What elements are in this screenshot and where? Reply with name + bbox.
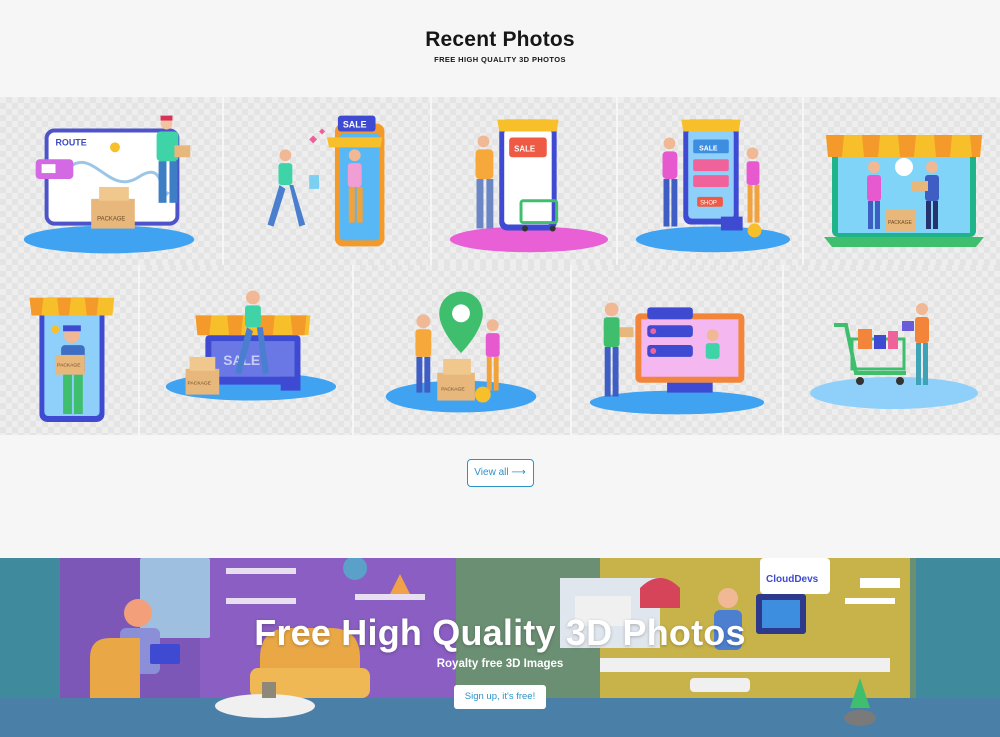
svg-text:CloudDevs: CloudDevs [766, 574, 819, 585]
view-all-button[interactable]: View all ⟶ [466, 459, 534, 487]
mobile-shop-illustration-icon: SALE SHOP [635, 119, 791, 253]
photo-tile-storefront-sale[interactable]: SALE PACKAGE [140, 265, 354, 435]
svg-text:PACKAGE: PACKAGE [188, 381, 212, 387]
view-all-wrapper: View all ⟶ [0, 459, 1000, 487]
section-header: Recent Photos FREE HIGH QUALITY 3D PHOTO… [0, 28, 1000, 64]
photo-tile-online-store[interactable]: SALE [432, 97, 618, 267]
photo-tile-laptop-store[interactable]: PACKAGE [804, 97, 1000, 267]
laptop-store-delivery-illustration-icon: PACKAGE [824, 135, 984, 247]
storefront-sale-illustration-icon: SALE PACKAGE [165, 290, 337, 401]
gallery-row-1: ROUTE PACKAGE SALE SALE SALE SHOP PACKAG… [0, 97, 1000, 267]
svg-text:ROUTE: ROUTE [56, 137, 87, 147]
svg-text:SALE: SALE [514, 144, 535, 153]
svg-text:PACKAGE: PACKAGE [97, 217, 125, 223]
shopping-cart-gift-illustration-icon [810, 303, 978, 409]
delivery-route-illustration-icon: ROUTE PACKAGE [23, 115, 195, 254]
banner-subtitle: Royalty free 3D Images [436, 658, 564, 670]
phone-sale-shopping-illustration-icon: SALE [267, 115, 385, 247]
photo-tile-phone-sale[interactable]: SALE [224, 97, 432, 267]
signup-wrapper: Sign up, it's free! [0, 685, 1000, 709]
online-store-cart-illustration-icon: SALE [449, 119, 609, 253]
svg-text:SHOP: SHOP [700, 201, 717, 207]
gallery-row-2: PACKAGE SALE PACKAGE [0, 265, 1000, 435]
banner-title: Free High Quality 3D Photos [254, 612, 746, 653]
photo-tile-monitor-order[interactable] [572, 265, 784, 435]
svg-text:SALE: SALE [699, 145, 718, 152]
svg-text:PACKAGE: PACKAGE [441, 387, 465, 393]
photo-tile-location-pin[interactable]: PACKAGE [354, 265, 572, 435]
page-subtitle: FREE HIGH QUALITY 3D PHOTOS [434, 55, 566, 64]
hero-banner: CloudDevs Free High Quality 3D Photos Ro… [0, 558, 1000, 737]
photo-tile-phone-courier[interactable]: PACKAGE [0, 265, 140, 435]
svg-text:SALE: SALE [343, 120, 367, 130]
svg-text:PACKAGE: PACKAGE [57, 363, 81, 369]
page-title: Recent Photos [425, 28, 575, 51]
photo-tile-mobile-shop[interactable]: SALE SHOP [618, 97, 804, 267]
signup-button[interactable]: Sign up, it's free! [454, 685, 546, 709]
location-pin-delivery-illustration-icon: PACKAGE [385, 291, 537, 413]
photo-tile-delivery-route[interactable]: ROUTE PACKAGE [0, 97, 224, 267]
photo-tile-shopping-cart[interactable] [784, 265, 1000, 435]
svg-text:PACKAGE: PACKAGE [888, 220, 912, 226]
monitor-online-order-illustration-icon [589, 302, 765, 415]
phone-courier-illustration-icon: PACKAGE [29, 297, 115, 422]
